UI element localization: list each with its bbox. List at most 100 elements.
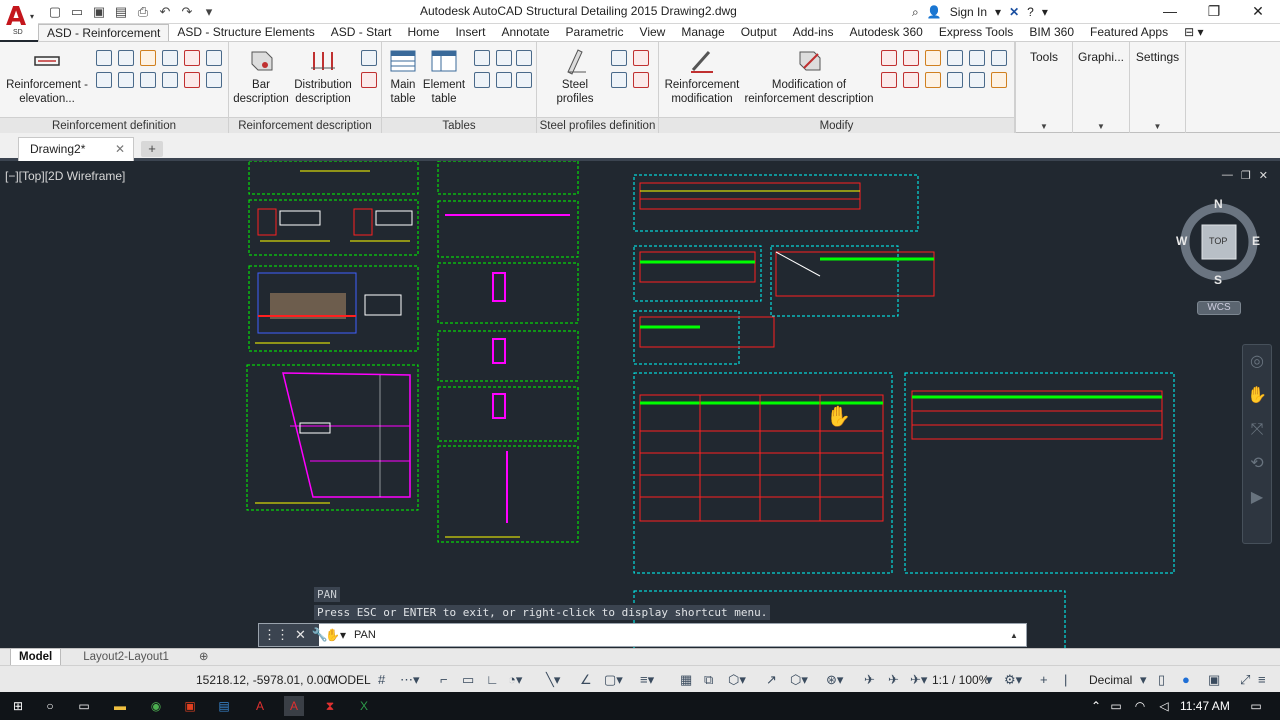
new-file-icon[interactable]: ▢ [44,4,66,20]
section-icon[interactable] [96,50,112,66]
panel-title-steel-profiles[interactable]: Steel profiles definition [537,117,658,133]
command-prompt[interactable]: PAN [346,629,1010,641]
units-dropdown-icon[interactable]: ▾ [1140,672,1147,688]
annotation-monitor-icon[interactable]: + [1040,672,1048,687]
settings-panel[interactable]: Settings ▼ [1129,42,1186,133]
footing-icon[interactable] [162,72,178,88]
customization-icon[interactable]: ≡ [1258,672,1266,687]
steel-profiles-button[interactable]: Steel profiles [545,46,605,106]
distribution-description-button[interactable]: Distribution description [291,46,355,106]
cortana-search-icon[interactable]: ○ [40,696,60,716]
wall-icon[interactable] [206,72,222,88]
wcs-menu[interactable]: WCS [1197,301,1241,315]
redo-icon[interactable]: ↷ [176,4,198,20]
description-leader-icon[interactable] [361,72,377,88]
workspace-gear-icon[interactable]: ⚙▾ [1004,672,1022,688]
table-edit-icon[interactable] [496,50,512,66]
mesh-icon[interactable] [206,50,222,66]
quick-properties-icon[interactable]: ▯ [1158,672,1165,688]
grip-handle-icon[interactable]: ⋮⋮ [263,627,289,643]
showmotion-icon[interactable]: ▶ [1243,481,1271,515]
tab-express-tools[interactable]: Express Tools [931,24,1021,41]
annotation-scale-icon[interactable]: ✈▾ [910,672,927,688]
transparency-icon[interactable]: ▦ [680,672,692,688]
excel-icon[interactable]: X [354,696,374,716]
tab-asd-reinforcement[interactable]: ASD - Reinforcement [38,24,170,41]
tray-up-icon[interactable]: ⌃ [1086,696,1106,716]
modify-pen-icon[interactable] [991,72,1007,88]
autocad-taskbar-icon[interactable]: A [250,696,270,716]
modification-description-button[interactable]: Modification of reinforcement descriptio… [743,46,875,106]
drawing-canvas[interactable]: ✋ [−][Top][2D Wireframe] — ❐ ✕ TOP N S E… [0,161,1280,648]
signin-link[interactable]: Sign In [950,5,987,19]
acrobat-icon[interactable]: ⧗ [320,696,340,716]
reinforcement-elevation-button[interactable]: Reinforcement - elevation... [4,46,90,106]
viewport-minimize-icon[interactable]: — [1222,169,1233,182]
save-as-icon[interactable]: ▤ [110,4,132,20]
stirrup-icon[interactable] [96,72,112,88]
modify-lock-icon[interactable] [881,72,897,88]
add-layout-icon[interactable]: ⊕ [191,649,217,665]
bar-row-icon[interactable] [184,72,200,88]
edit-shape-icon[interactable] [903,50,919,66]
units-value[interactable]: Decimal [1089,673,1132,687]
undo-icon[interactable]: ↶ [154,4,176,20]
3d-osnap-icon[interactable]: ⬡▾ [728,672,746,688]
help-dropdown-icon[interactable]: ▾ [1042,5,1048,19]
viewport-restore-icon[interactable]: ❐ [1241,169,1251,182]
modify-table-icon[interactable] [925,50,941,66]
cursor-coordinates[interactable]: 15218.12, -5978.01, 0.00 [196,673,330,687]
annotation-scale-value[interactable]: 1:1 / 100% [932,673,989,687]
task-view-icon[interactable]: ▭ [74,696,94,716]
panel-title-modify[interactable]: Modify [659,117,1014,133]
tray-wifi-icon[interactable]: ◠ [1130,696,1150,716]
arc-icon[interactable] [118,72,134,88]
tab-bim-360[interactable]: BIM 360 [1021,24,1082,41]
table-export-icon[interactable] [496,72,512,88]
windows-start-icon[interactable]: ⊞ [8,696,28,716]
autocad-sd-taskbar-icon[interactable]: A [284,696,304,716]
grid-icon[interactable] [162,50,178,66]
chrome-icon[interactable]: ◉ [146,696,166,716]
print-icon[interactable]: ⎙ [132,4,154,20]
distribution-icon[interactable] [184,50,200,66]
table-style-icon[interactable] [474,50,490,66]
new-tab-button[interactable]: + [141,141,163,157]
tab-model[interactable]: Model [10,648,62,666]
app-window-icon[interactable]: ▤ [214,696,234,716]
edit-bar-icon[interactable] [881,50,897,66]
settings-expand-icon[interactable]: ▼ [1130,122,1185,131]
profile-section-icon[interactable] [611,50,627,66]
zoom-extents-icon[interactable]: ⤧ [1243,413,1271,447]
doc-tab-drawing2[interactable]: Drawing2* ✕ [18,137,134,161]
element-table-button[interactable]: Element table [422,46,466,106]
dynamic-input-icon[interactable]: ▭ [462,672,474,688]
app-menu-button[interactable]: A ▾ SD [0,0,38,40]
exchange-icon[interactable]: ✕ [1009,5,1019,19]
selection-cycling-icon[interactable]: ⧉ [704,672,713,688]
ribbon-toggle-icon[interactable]: ⊟ ▾ [1176,24,1211,41]
lineweight-icon[interactable]: ≡▾ [640,672,654,688]
model-space-button[interactable]: MODEL [328,673,371,687]
viewport-label[interactable]: [−][Top][2D Wireframe] [5,169,125,183]
panel-title-tables[interactable]: Tables [382,117,536,133]
infer-constraints-icon[interactable]: ⌐ [440,672,448,687]
reinforcement-modification-button[interactable]: Reinforcement modification [663,46,741,106]
maximize-icon[interactable]: ❐ [1192,0,1236,22]
tab-add-ins[interactable]: Add-ins [785,24,842,41]
pan-icon[interactable]: ✋ [1243,379,1271,413]
minimize-icon[interactable]: — [1148,0,1192,22]
tab-home[interactable]: Home [399,24,447,41]
viewport-close-icon[interactable]: ✕ [1259,169,1268,182]
tools-panel[interactable]: Tools ▼ [1015,42,1072,133]
tab-asd-structure-elements[interactable]: ASD - Structure Elements [169,24,322,41]
orbit-icon[interactable]: ⟲ [1243,447,1271,481]
compass-east[interactable]: E [1252,234,1260,248]
snap-mode-icon[interactable]: ⋯▾ [400,672,420,688]
annotation-visibility-icon[interactable]: ✈ [864,672,875,688]
graphics-expand-icon[interactable]: ▼ [1073,122,1129,131]
bar-shape-icon[interactable] [140,50,156,66]
modify-move-icon[interactable] [925,72,941,88]
ortho-mode-icon[interactable]: ∟ [486,672,499,687]
signin-dropdown-icon[interactable]: ▾ [995,5,1001,19]
